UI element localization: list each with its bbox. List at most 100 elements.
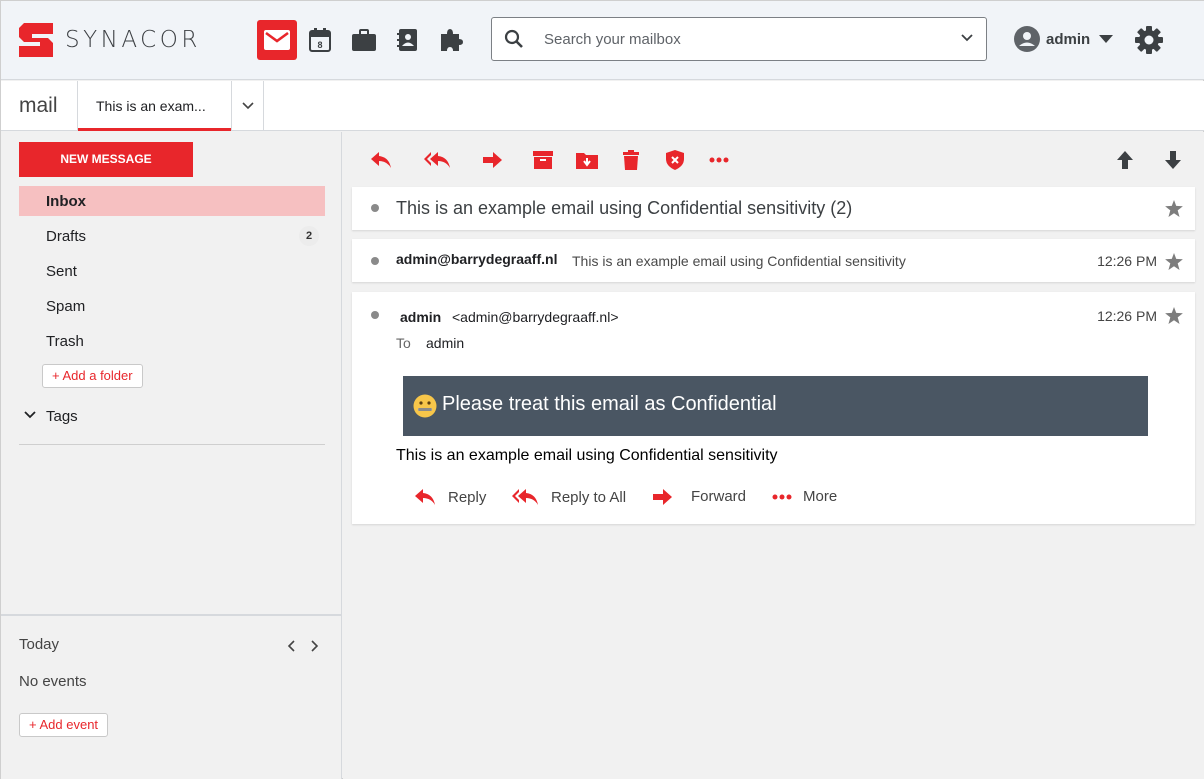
folder-label: Trash	[46, 333, 84, 350]
more-action-label: More	[803, 488, 838, 505]
next-message-button[interactable]	[1158, 148, 1188, 172]
reply-action[interactable]: Reply	[414, 488, 486, 506]
synacor-logo[interactable]: SYNACOR	[18, 22, 201, 58]
forward-icon	[483, 152, 502, 168]
folder-drafts[interactable]: Drafts 2	[19, 221, 325, 251]
folder-label: Drafts	[46, 228, 87, 245]
folder-sent[interactable]: Sent	[19, 256, 325, 286]
chevron-down-icon	[241, 102, 254, 110]
move-button[interactable]	[572, 148, 602, 172]
brand-name: SYNACOR	[65, 27, 201, 53]
move-folder-icon	[576, 153, 598, 169]
message-collapsed[interactable]: admin@barrydegraaff.nl This is an exampl…	[352, 239, 1195, 282]
zipper-mouth-face-icon	[413, 394, 437, 418]
more-action[interactable]: More	[772, 488, 837, 505]
more-icon	[772, 494, 792, 499]
archive-icon	[533, 151, 553, 169]
message-expanded: admin <admin@barrydegraaff.nl> 12:26 PM …	[352, 292, 1195, 524]
recipient-name[interactable]: admin	[426, 335, 464, 351]
reply-all-icon	[424, 152, 450, 168]
spam-shield-icon	[666, 150, 684, 170]
forward-action-label: Forward	[691, 488, 747, 505]
tags-section[interactable]: Tags	[19, 405, 325, 445]
reply-all-button[interactable]	[422, 148, 452, 172]
archive-button[interactable]	[528, 148, 558, 172]
conversation-header: This is an example email using Confident…	[352, 187, 1195, 230]
integrations-app-button[interactable]	[431, 20, 471, 60]
folder-spam[interactable]: Spam	[19, 291, 325, 321]
read-status-dot[interactable]	[371, 257, 379, 265]
chevron-right-icon[interactable]	[307, 639, 321, 653]
add-event-button[interactable]: + Add event	[19, 713, 109, 737]
new-message-button[interactable]: NEW MESSAGE	[19, 142, 193, 177]
reply-icon	[415, 489, 435, 505]
contacts-app-button[interactable]	[387, 20, 427, 60]
message-body: This is an example email using Confident…	[396, 447, 778, 464]
app-title: mail	[19, 94, 58, 117]
search-box[interactable]	[491, 17, 987, 61]
avatar-icon	[1014, 26, 1040, 52]
mail-app-button[interactable]	[257, 20, 297, 60]
delete-button[interactable]	[616, 148, 646, 172]
add-folder-button[interactable]: + Add a folder	[42, 364, 143, 388]
forward-action[interactable]: Forward	[653, 488, 746, 505]
spam-button[interactable]	[660, 148, 690, 172]
active-tab-indicator	[78, 128, 231, 131]
star-icon[interactable]	[1165, 200, 1183, 217]
chevron-left-icon[interactable]	[285, 639, 299, 653]
to-label: To	[396, 335, 411, 351]
reply-all-action[interactable]: Reply to All	[511, 488, 626, 506]
more-icon	[709, 157, 729, 163]
search-icon[interactable]	[504, 29, 524, 49]
reply-action-label: Reply	[448, 488, 487, 506]
folder-label: Sent	[46, 263, 77, 280]
message-pane: This is an example email using Confident…	[343, 132, 1204, 779]
more-actions-button[interactable]	[704, 148, 734, 172]
user-menu[interactable]: admin	[1014, 26, 1114, 52]
read-status-dot[interactable]	[371, 311, 379, 319]
arrow-down-icon	[1165, 151, 1181, 169]
read-status-dot[interactable]	[371, 204, 379, 212]
no-events-text: No events	[19, 673, 87, 690]
synacor-logo-icon	[19, 23, 53, 57]
delete-icon	[623, 150, 639, 170]
search-options-chevron-icon[interactable]	[960, 33, 974, 43]
sensitivity-banner: Please treat this email as Confidential	[403, 376, 1148, 436]
calendar-app-button[interactable]: 8	[300, 20, 340, 60]
caret-down-icon	[1099, 35, 1114, 43]
contacts-icon	[397, 29, 417, 51]
calendar-today-label: Today	[19, 636, 60, 653]
folder-label: Inbox	[46, 193, 86, 210]
message-time: 12:26 PM	[1097, 253, 1157, 269]
app-header: SYNACOR 8 Search your mailbox admin	[1, 1, 1204, 80]
unread-count-badge: 2	[299, 226, 319, 246]
mail-icon	[264, 30, 290, 50]
sender-name[interactable]: admin	[400, 309, 441, 325]
calendar-icon: 8	[309, 28, 331, 52]
reply-all-icon	[512, 489, 538, 505]
tab-overflow-button[interactable]	[232, 81, 264, 131]
settings-button[interactable]	[1135, 26, 1163, 54]
message-snippet: This is an example email using Confident…	[572, 253, 906, 269]
previous-message-button[interactable]	[1110, 148, 1140, 172]
sidebar: NEW MESSAGE Inbox Drafts 2 Sent Spam Tra…	[1, 132, 342, 779]
folder-trash[interactable]: Trash	[19, 326, 325, 356]
star-icon[interactable]	[1165, 253, 1183, 270]
tab-email[interactable]: This is an exam...	[77, 81, 232, 131]
folder-label: Spam	[46, 298, 86, 315]
sender-address[interactable]: <admin@barrydegraaff.nl>	[452, 309, 619, 325]
user-name: admin	[1046, 30, 1091, 48]
tags-label: Tags	[46, 408, 78, 425]
puzzle-icon	[441, 29, 463, 51]
reply-button[interactable]	[366, 148, 396, 172]
tab-label: This is an exam...	[96, 98, 206, 114]
conversation-subject: This is an example email using Confident…	[396, 198, 853, 218]
forward-button[interactable]	[478, 148, 508, 172]
star-icon[interactable]	[1165, 307, 1183, 324]
briefcase-app-button[interactable]	[344, 20, 384, 60]
folder-inbox[interactable]: Inbox	[19, 186, 325, 216]
search-input[interactable]	[544, 28, 944, 50]
briefcase-icon	[352, 29, 376, 51]
chevron-down-icon	[23, 410, 37, 420]
message-sender: admin@barrydegraaff.nl	[396, 251, 558, 267]
